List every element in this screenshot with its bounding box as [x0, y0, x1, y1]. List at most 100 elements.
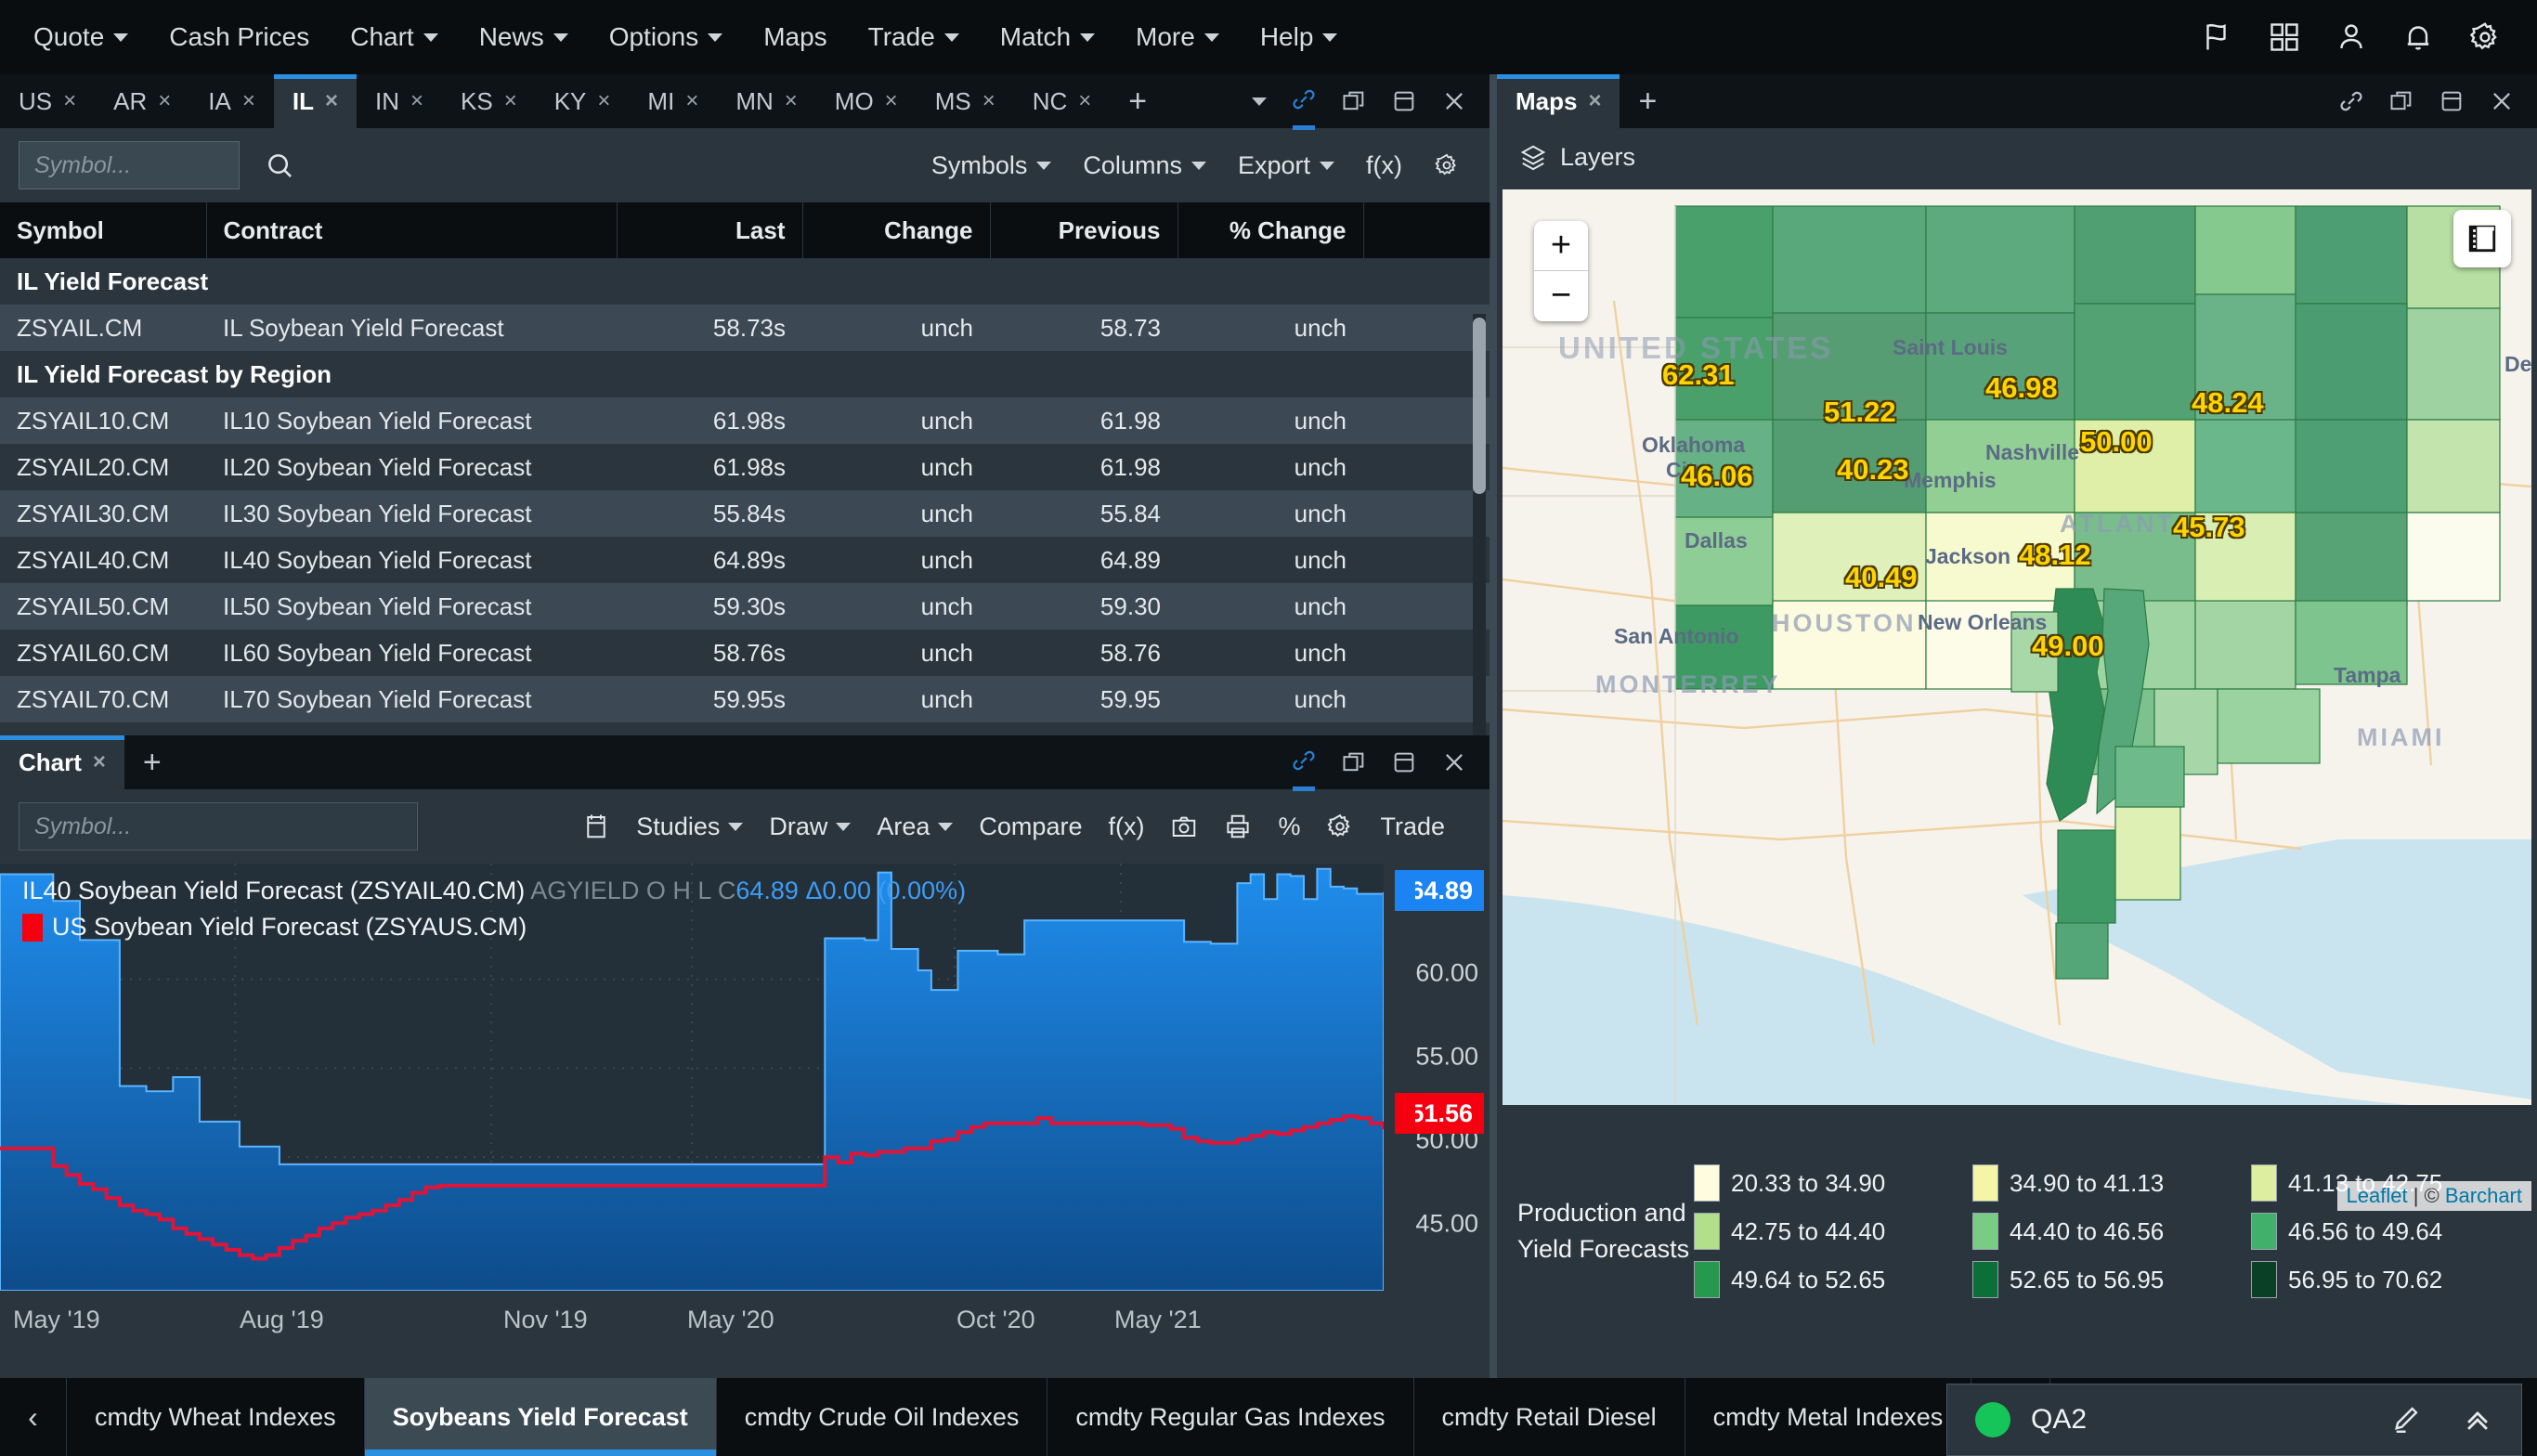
- link-icon[interactable]: [1291, 86, 1317, 112]
- draw-dropdown[interactable]: Draw: [769, 812, 851, 841]
- close-icon[interactable]: ×: [504, 88, 517, 114]
- menu-item-match[interactable]: Match: [980, 0, 1115, 74]
- col-pct-change[interactable]: % Change: [1177, 202, 1363, 258]
- table-row[interactable]: ZSYAIL.CM IL Soybean Yield Forecast 58.7…: [0, 305, 1490, 351]
- export-dropdown[interactable]: Export: [1238, 151, 1334, 180]
- user-icon[interactable]: [2335, 20, 2368, 54]
- workspace-tab-crude-oil-indexes[interactable]: cmdty Crude Oil Indexes: [717, 1378, 1048, 1456]
- link-icon[interactable]: [1291, 748, 1317, 774]
- bell-icon[interactable]: [2401, 20, 2435, 54]
- col-change[interactable]: Change: [802, 202, 990, 258]
- table-row[interactable]: ZSYAIL30.CM IL30 Soybean Yield Forecast …: [0, 490, 1490, 537]
- split-view-icon[interactable]: [1391, 88, 1417, 114]
- area-dropdown[interactable]: Area: [877, 812, 953, 841]
- quote-tab-nc[interactable]: NC×: [1014, 74, 1111, 128]
- pencil-icon[interactable]: [2391, 1404, 2423, 1436]
- scrollbar-thumb[interactable]: [1473, 318, 1486, 494]
- popout-icon[interactable]: [1341, 88, 1367, 114]
- map-layer-toggle-button[interactable]: [2453, 210, 2511, 267]
- chevron-up-icon[interactable]: [2462, 1404, 2493, 1436]
- maps-tab[interactable]: Maps×: [1497, 74, 1620, 128]
- leaflet-link[interactable]: Leaflet: [2347, 1184, 2408, 1207]
- close-icon[interactable]: ×: [410, 88, 423, 114]
- add-tab-button[interactable]: +: [1110, 74, 1165, 128]
- zoom-out-button[interactable]: −: [1534, 271, 1588, 321]
- close-icon[interactable]: ×: [685, 88, 698, 114]
- compare-button[interactable]: Compare: [979, 812, 1082, 841]
- chart-tab[interactable]: Chart×: [0, 735, 124, 789]
- quote-table-scroll-area[interactable]: IL Yield Forecast ZSYAIL.CM IL Soybean Y…: [0, 258, 1490, 784]
- search-icon[interactable]: [264, 150, 295, 181]
- symbol-search-input[interactable]: [19, 141, 240, 189]
- table-row[interactable]: ZSYAIL50.CM IL50 Soybean Yield Forecast …: [0, 583, 1490, 630]
- menu-item-cash-prices[interactable]: Cash Prices: [149, 0, 330, 74]
- map-zoom-control[interactable]: + −: [1534, 221, 1588, 321]
- chart-plot-area[interactable]: IL40 Soybean Yield Forecast (ZSYAIL40.CM…: [0, 864, 1490, 1361]
- table-row[interactable]: ZSYAIL10.CM IL10 Soybean Yield Forecast …: [0, 397, 1490, 444]
- print-icon[interactable]: [1224, 812, 1252, 840]
- workspace-tab-regular-gas-indexes[interactable]: cmdty Regular Gas Indexes: [1047, 1378, 1413, 1456]
- chart-symbol-input[interactable]: [19, 802, 418, 851]
- split-view-icon[interactable]: [1391, 749, 1417, 775]
- percent-button[interactable]: %: [1278, 812, 1300, 841]
- chart-fx-button[interactable]: f(x): [1108, 812, 1144, 841]
- columns-dropdown[interactable]: Columns: [1083, 151, 1206, 180]
- col-previous[interactable]: Previous: [990, 202, 1177, 258]
- quote-tab-in[interactable]: IN×: [357, 74, 442, 128]
- studies-dropdown[interactable]: Studies: [636, 812, 743, 841]
- table-row[interactable]: ZSYAIL70.CM IL70 Soybean Yield Forecast …: [0, 676, 1490, 722]
- col-last[interactable]: Last: [617, 202, 802, 258]
- add-map-tab-button[interactable]: +: [1620, 74, 1675, 128]
- menu-item-quote[interactable]: Quote: [13, 0, 149, 74]
- popout-icon[interactable]: [1341, 749, 1367, 775]
- calendar-icon[interactable]: [582, 812, 610, 840]
- table-row[interactable]: ZSYAIL60.CM IL60 Soybean Yield Forecast …: [0, 630, 1490, 676]
- close-icon[interactable]: [1441, 749, 1467, 775]
- close-icon[interactable]: ×: [1078, 88, 1091, 114]
- quote-tab-il[interactable]: IL×: [274, 74, 357, 128]
- close-icon[interactable]: ×: [1588, 88, 1601, 114]
- zoom-in-button[interactable]: +: [1534, 221, 1588, 271]
- close-icon[interactable]: ×: [325, 88, 338, 114]
- menu-item-news[interactable]: News: [459, 0, 589, 74]
- workspace-tab-wheat-indexes[interactable]: cmdty Wheat Indexes: [67, 1378, 365, 1456]
- workspace-tab-metal-indexes[interactable]: cmdty Metal Indexes: [1685, 1378, 1972, 1456]
- add-chart-tab-button[interactable]: +: [124, 735, 180, 789]
- trade-button[interactable]: Trade: [1380, 812, 1445, 841]
- close-icon[interactable]: [1441, 88, 1467, 114]
- chart-y-axis[interactable]: 60.00 55.00 50.00 45.00 64.89 51.56: [1384, 864, 1490, 1361]
- chart-x-axis[interactable]: May '19 Aug '19 Nov '19 May '20 Oct '20 …: [0, 1291, 1490, 1361]
- gear-icon[interactable]: [2468, 20, 2502, 54]
- close-icon[interactable]: [2489, 88, 2515, 114]
- layers-button[interactable]: Layers: [1519, 143, 1635, 172]
- quote-tab-us[interactable]: US×: [0, 74, 95, 128]
- table-row[interactable]: ZSYAIL20.CM IL20 Soybean Yield Forecast …: [0, 444, 1490, 490]
- close-icon[interactable]: ×: [158, 88, 171, 114]
- gear-icon[interactable]: [1434, 152, 1460, 178]
- workspace-tab-soybeans-yield-forecast[interactable]: Soybeans Yield Forecast: [365, 1378, 717, 1456]
- quote-tab-ky[interactable]: KY×: [536, 74, 630, 128]
- close-icon[interactable]: ×: [885, 88, 898, 114]
- gear-icon[interactable]: [1326, 812, 1354, 840]
- col-symbol[interactable]: Symbol: [0, 202, 206, 258]
- quote-tab-ms[interactable]: MS×: [917, 74, 1014, 128]
- barchart-link[interactable]: Barchart: [2445, 1184, 2522, 1207]
- camera-icon[interactable]: [1170, 812, 1198, 840]
- close-icon[interactable]: ×: [242, 88, 255, 114]
- menu-item-maps[interactable]: Maps: [743, 0, 847, 74]
- quote-tab-mi[interactable]: MI×: [629, 74, 717, 128]
- menu-item-help[interactable]: Help: [1240, 0, 1359, 74]
- menu-item-chart[interactable]: Chart: [330, 0, 458, 74]
- chat-status-widget[interactable]: QA2: [1946, 1384, 2522, 1456]
- menu-item-more[interactable]: More: [1115, 0, 1240, 74]
- popout-icon[interactable]: [2388, 88, 2414, 114]
- grid-icon[interactable]: [2268, 20, 2301, 54]
- map-canvas[interactable]: + − Des Moines Milwaukee CHICAGO Detroit…: [1503, 189, 2531, 1211]
- col-contract[interactable]: Contract: [206, 202, 617, 258]
- menu-item-options[interactable]: Options: [589, 0, 744, 74]
- chevron-down-icon[interactable]: [1252, 98, 1267, 106]
- quote-tab-mo[interactable]: MO×: [816, 74, 917, 128]
- quote-tab-ks[interactable]: KS×: [442, 74, 536, 128]
- flag-icon[interactable]: [2201, 20, 2234, 54]
- link-icon[interactable]: [2338, 88, 2364, 114]
